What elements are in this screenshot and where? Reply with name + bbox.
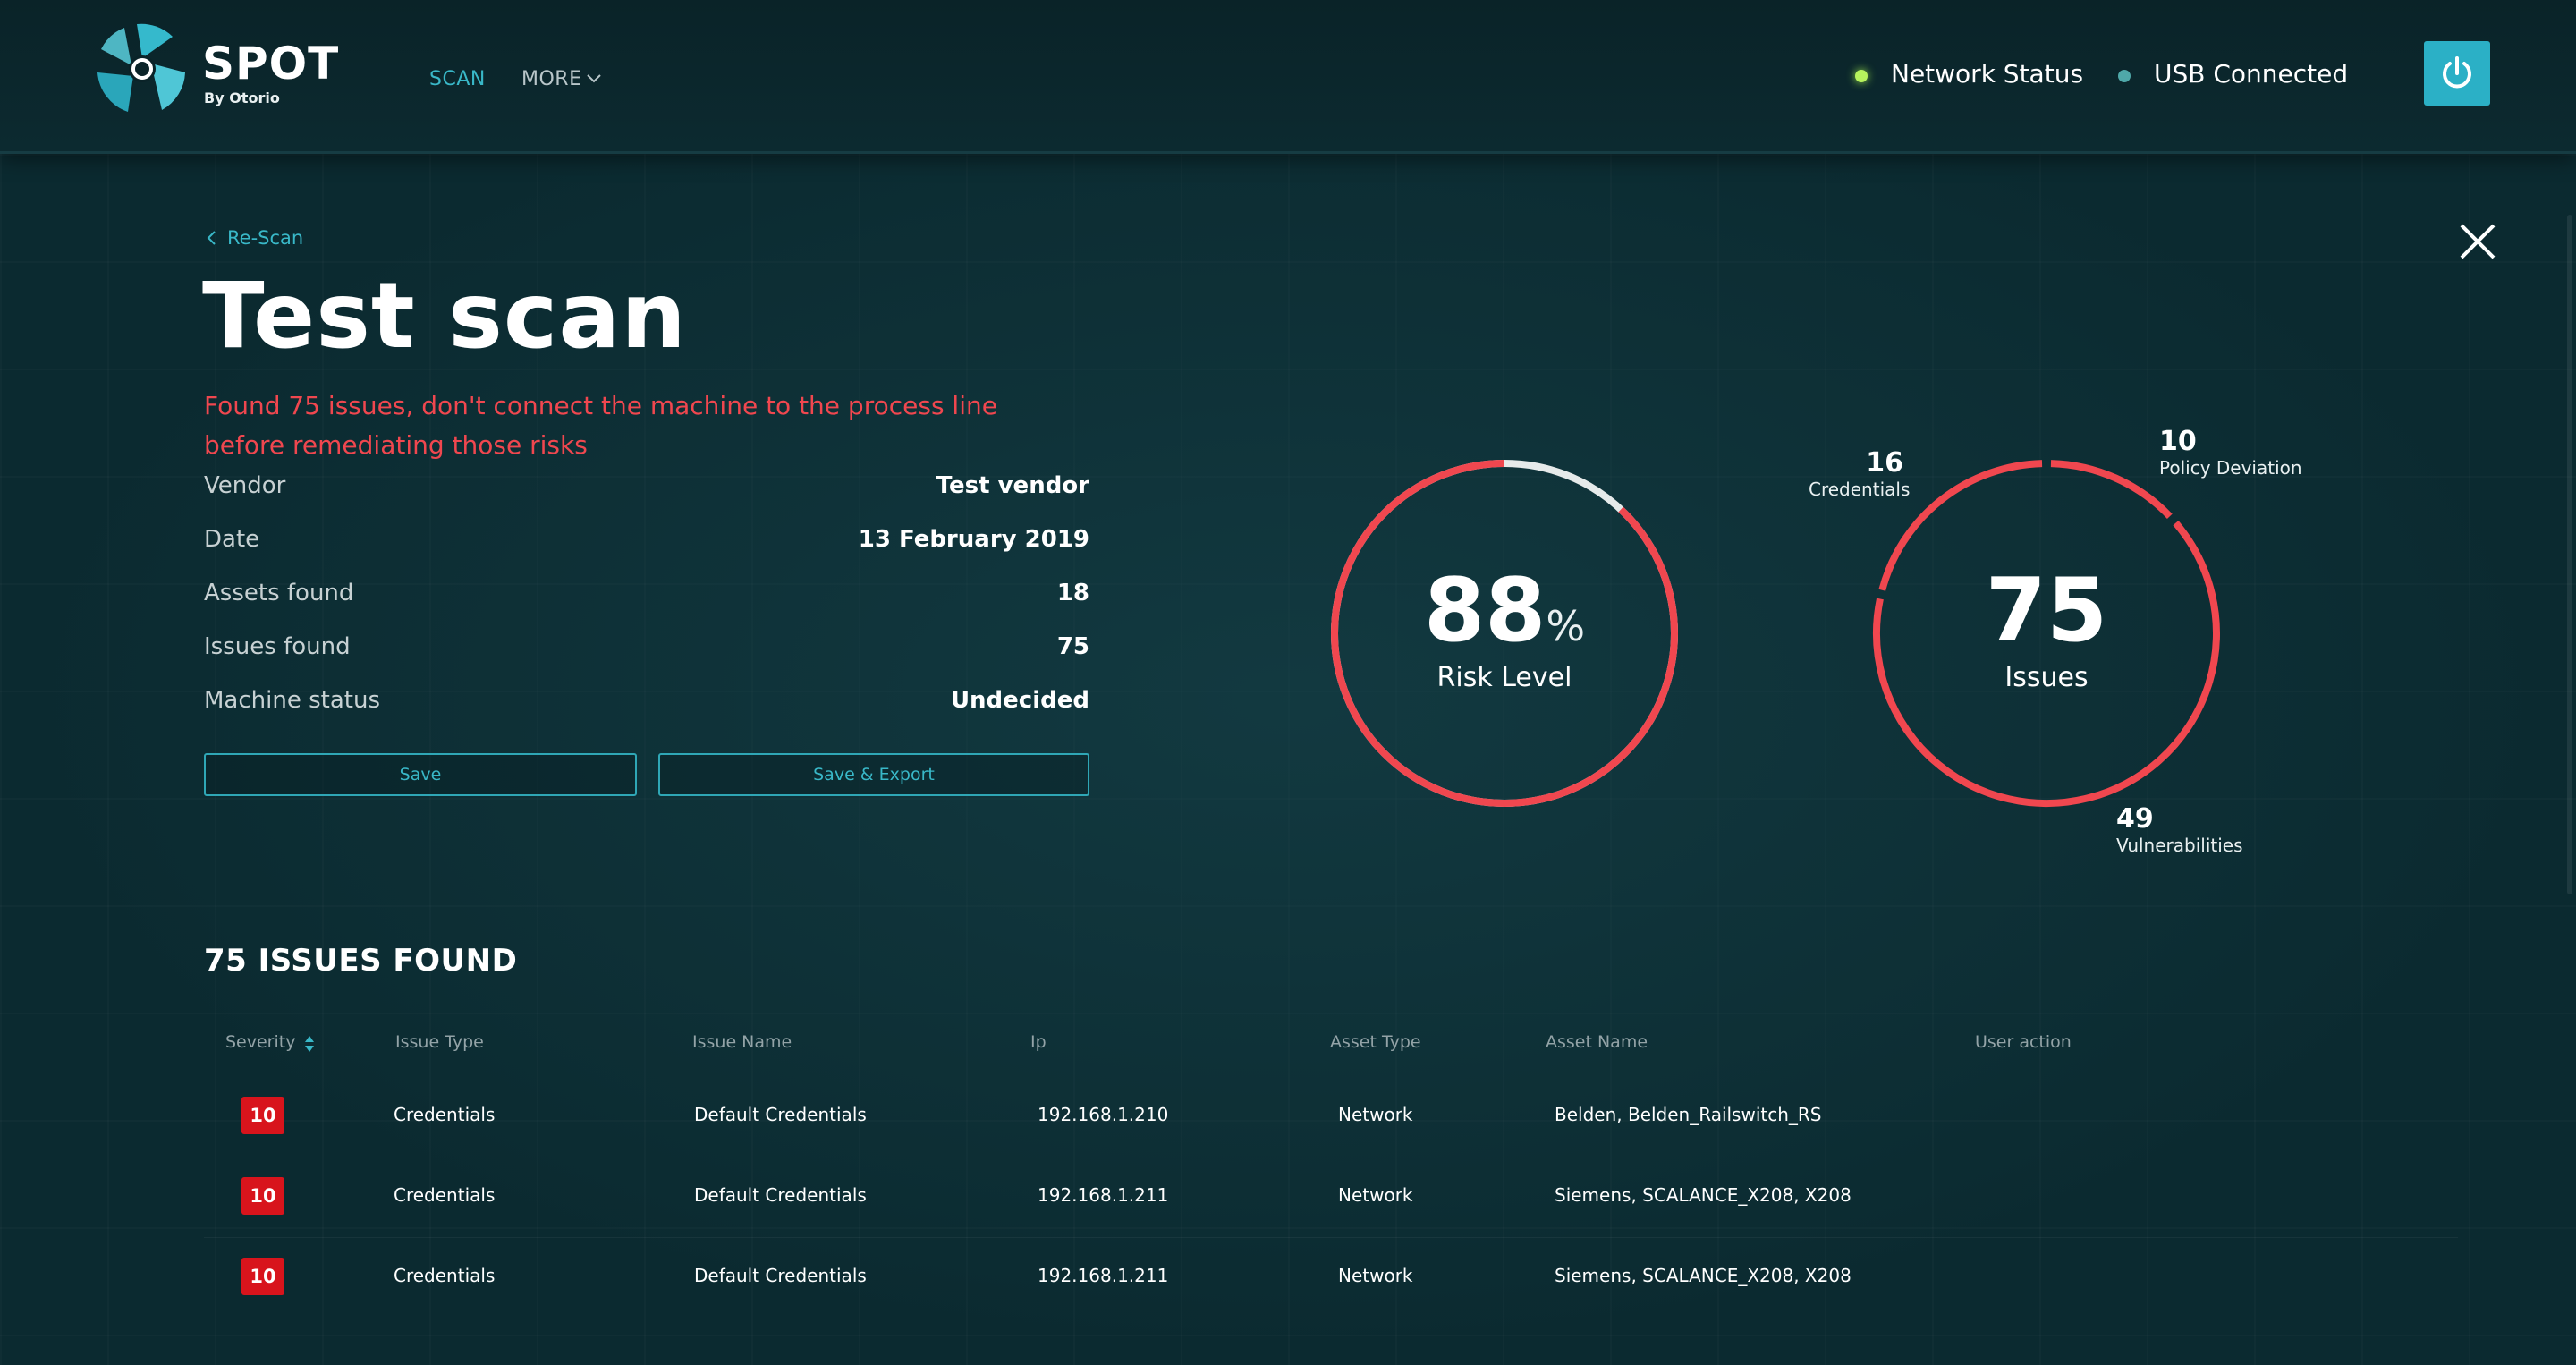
column-header-severity[interactable]: Severity xyxy=(225,1032,295,1052)
detail-key: Assets found xyxy=(204,580,354,606)
sort-icon[interactable] xyxy=(304,1034,315,1054)
cell-issue-name: Default Credentials xyxy=(694,1184,867,1206)
cell-ip: 192.168.1.211 xyxy=(1038,1184,1169,1206)
severity-badge: 10 xyxy=(242,1258,284,1295)
detail-value: Test vendor xyxy=(936,472,1089,499)
cell-issue-name: Default Credentials xyxy=(694,1265,867,1286)
column-header-ip: Ip xyxy=(1030,1032,1046,1052)
network-status-dot-icon xyxy=(1855,70,1868,82)
column-header-issue-name: Issue Name xyxy=(692,1032,792,1052)
brand-name: SPOT xyxy=(202,38,340,89)
detail-key: Issues found xyxy=(204,633,351,660)
risk-unit: % xyxy=(1546,602,1586,650)
vulnerabilities-count: 49 xyxy=(2116,803,2154,835)
power-icon xyxy=(2443,56,2471,89)
detail-key: Date xyxy=(204,526,260,553)
scan-details: Vendor Test vendor Date 13 February 2019… xyxy=(204,472,1089,741)
usb-status: USB Connected xyxy=(2118,59,2349,89)
brand-subtitle: By Otorio xyxy=(204,89,280,106)
nav-scan-link[interactable]: SCAN xyxy=(429,68,486,90)
page-scrollbar[interactable] xyxy=(2567,215,2572,894)
cell-asset-type: Network xyxy=(1338,1104,1413,1125)
network-status: Network Status xyxy=(1855,59,2084,89)
detail-value: Undecided xyxy=(950,687,1089,714)
column-header-user-action: User action xyxy=(1975,1032,2072,1052)
detail-value: 18 xyxy=(1056,580,1089,606)
nav-more-label: MORE xyxy=(521,68,582,90)
cell-asset-type: Network xyxy=(1338,1265,1413,1286)
cell-asset-name: Siemens, SCALANCE_X208, X208 xyxy=(1555,1265,1852,1286)
cell-asset-name: Belden, Belden_Railswitch_RS xyxy=(1555,1104,1822,1125)
spot-logo-icon xyxy=(97,23,185,112)
save-button[interactable]: Save xyxy=(204,753,637,796)
nav-more-menu[interactable]: MORE xyxy=(521,68,601,90)
policy-segment xyxy=(2050,460,2173,519)
severity-badge: 10 xyxy=(242,1177,284,1215)
detail-row-issues: Issues found 75 xyxy=(204,633,1089,687)
column-header-asset-type: Asset Type xyxy=(1330,1032,1421,1052)
cell-issue-type: Credentials xyxy=(394,1184,496,1206)
rescan-link[interactable]: Re-Scan xyxy=(206,227,303,249)
usb-status-dot-icon xyxy=(2118,70,2131,82)
page-title: Test scan xyxy=(202,263,687,369)
table-row[interactable]: 10 Credentials Default Credentials 192.1… xyxy=(204,1157,2458,1238)
severity-badge: 10 xyxy=(242,1097,284,1134)
detail-value: 75 xyxy=(1056,633,1089,660)
risk-level-gauge: 88% Risk Level xyxy=(1329,458,1680,809)
cell-asset-type: Network xyxy=(1338,1184,1413,1206)
credentials-count: 16 xyxy=(1866,447,1903,479)
detail-value: 13 February 2019 xyxy=(858,526,1089,553)
risk-percent: 88 xyxy=(1423,560,1546,662)
detail-row-vendor: Vendor Test vendor xyxy=(204,472,1089,526)
detail-key: Machine status xyxy=(204,687,380,714)
policy-label: Policy Deviation xyxy=(2159,457,2302,479)
column-header-asset-name: Asset Name xyxy=(1546,1032,1648,1052)
cell-ip: 192.168.1.211 xyxy=(1038,1265,1169,1286)
chevron-down-icon xyxy=(587,74,601,83)
detail-row-date: Date 13 February 2019 xyxy=(204,526,1089,580)
issues-heading: 75 ISSUES FOUND xyxy=(204,943,518,979)
vulnerabilities-label: Vulnerabilities xyxy=(2116,835,2243,856)
credentials-label: Credentials xyxy=(1809,479,1911,500)
network-status-label: Network Status xyxy=(1891,59,2084,89)
callout-credentials: 16 Credentials xyxy=(1809,447,1911,500)
chevron-left-icon xyxy=(207,231,216,245)
rescan-label: Re-Scan xyxy=(227,227,304,249)
detail-row-assets: Assets found 18 xyxy=(204,580,1089,633)
cell-issue-type: Credentials xyxy=(394,1104,496,1125)
cell-asset-name: Siemens, SCALANCE_X208, X208 xyxy=(1555,1184,1852,1206)
issues-label: Issues xyxy=(2004,662,2089,693)
detail-key: Vendor xyxy=(204,472,286,499)
detail-row-machine-status: Machine status Undecided xyxy=(204,687,1089,741)
warning-message: Found 75 issues, don't connect the machi… xyxy=(204,391,997,460)
callout-vulnerabilities: 49 Vulnerabilities xyxy=(2116,803,2243,856)
power-button[interactable] xyxy=(2424,41,2490,106)
risk-value: 88% xyxy=(1329,560,1680,662)
save-export-button[interactable]: Save & Export xyxy=(658,753,1089,796)
cell-issue-type: Credentials xyxy=(394,1265,496,1286)
callout-policy: 10 Policy Deviation xyxy=(2159,426,2302,479)
close-icon[interactable] xyxy=(2458,222,2497,261)
usb-status-label: USB Connected xyxy=(2154,59,2349,89)
issues-total: 75 xyxy=(1985,560,2108,662)
risk-label: Risk Level xyxy=(1436,662,1572,693)
table-row[interactable]: 10 Credentials Default Credentials 192.1… xyxy=(204,1077,2458,1157)
issues-gauge: 75 Issues xyxy=(1871,458,2222,809)
policy-count: 10 xyxy=(2159,426,2197,457)
table-row[interactable]: 10 Credentials Default Credentials 192.1… xyxy=(204,1238,2458,1318)
cell-ip: 192.168.1.210 xyxy=(1038,1104,1169,1125)
column-header-issue-type: Issue Type xyxy=(395,1032,484,1052)
top-navigation-bar: SPOT By Otorio SCAN MORE Network Status … xyxy=(0,0,2576,154)
cell-issue-name: Default Credentials xyxy=(694,1104,867,1125)
